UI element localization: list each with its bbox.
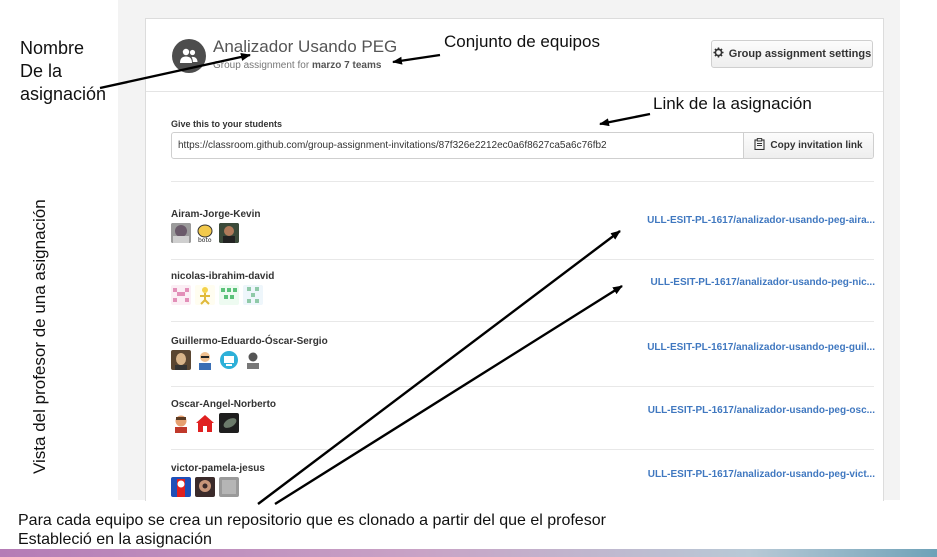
arrow-repo-2 [274,284,623,506]
arrow-nombre [99,53,251,90]
annotation-arrows [99,53,651,506]
decorative-footer-bar [0,549,937,557]
arrow-conjunto [392,53,441,65]
arrow-repo-1 [257,230,621,505]
arrow-link [599,112,651,127]
